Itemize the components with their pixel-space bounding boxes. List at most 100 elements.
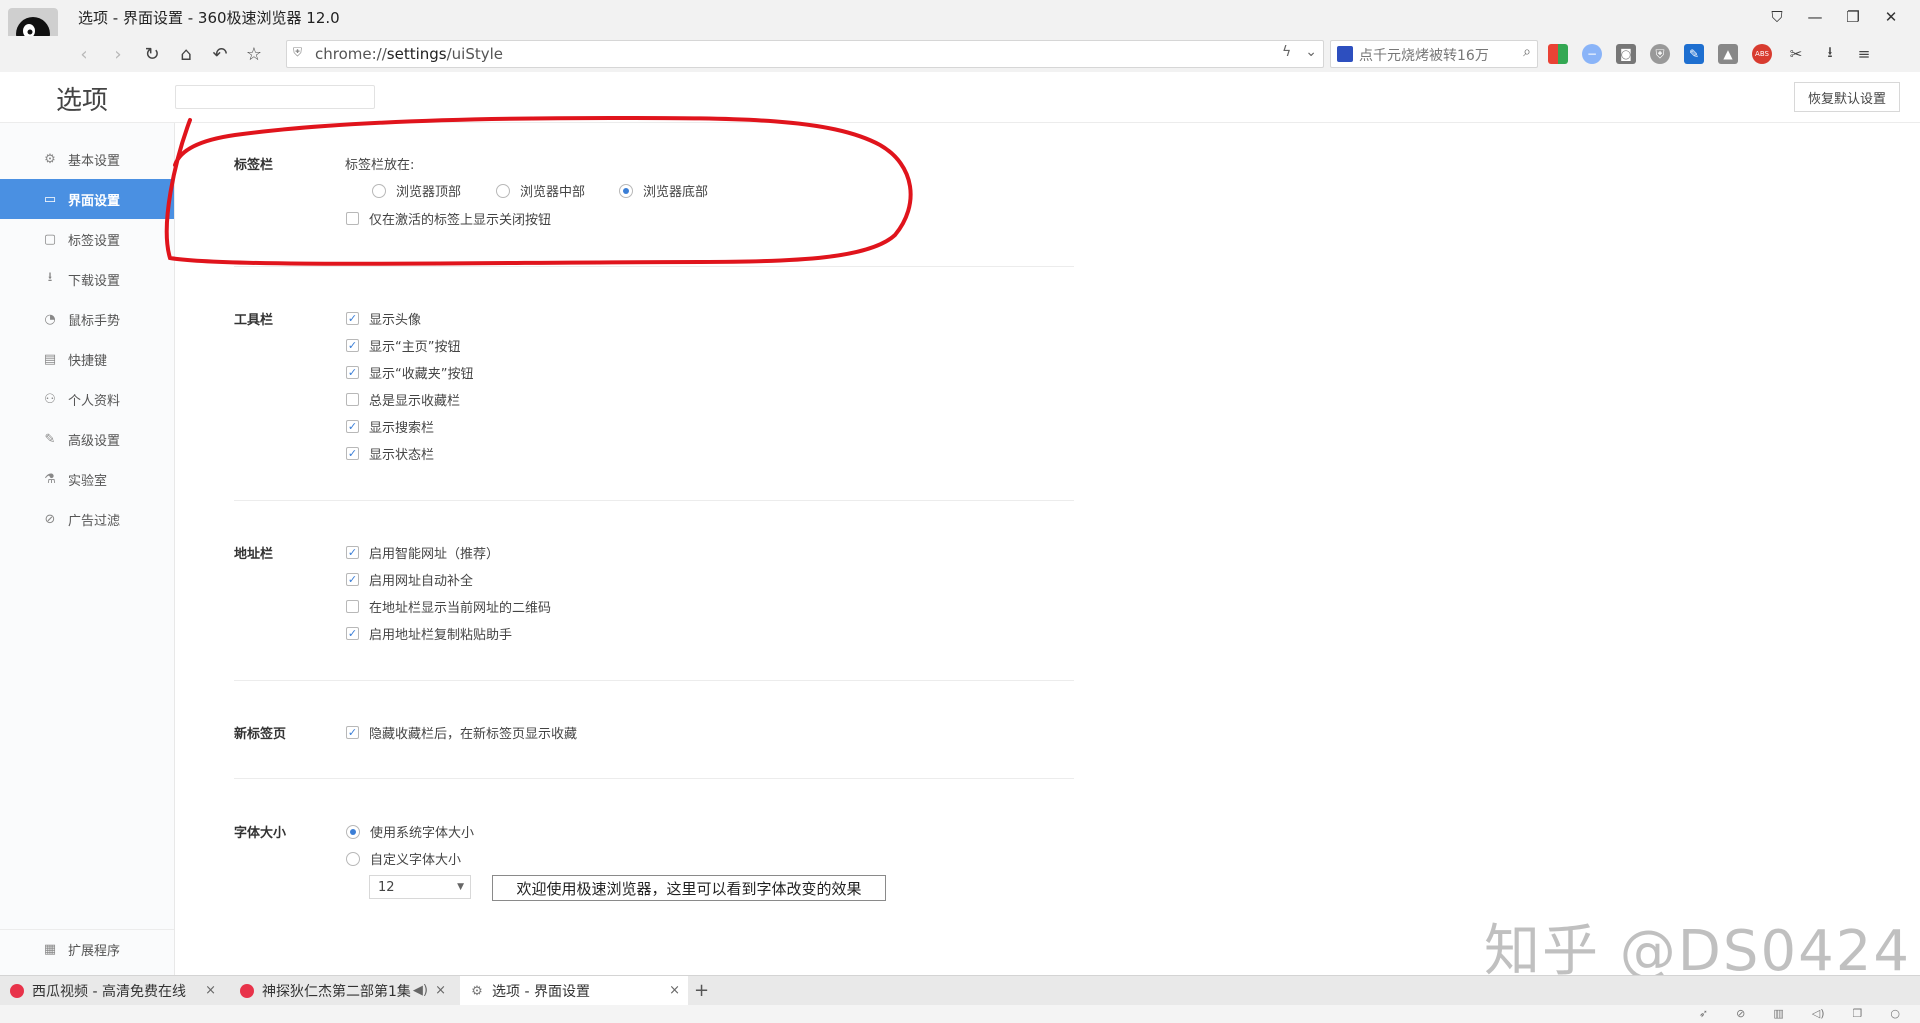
tab-settings[interactable]: ⚙ 选项 - 界面设置 × [460,976,688,1006]
sidebar-item-tabs[interactable]: ▢ 标签设置 [0,219,174,259]
checkbox-qr-code[interactable]: 在地址栏显示当前网址的二维码 [346,597,551,616]
checkbox-icon[interactable] [346,212,359,225]
checkbox-icon[interactable]: ✓ [346,546,359,559]
bookmark-star-button[interactable]: ☆ [240,40,268,68]
url-text[interactable]: chrome://settings/uiStyle [315,45,503,63]
search-engine-icon[interactable] [1337,46,1353,62]
radio-tabbar-top[interactable]: 浏览器顶部 [372,181,461,200]
shield-ext-icon[interactable]: ⛨ [1650,44,1670,64]
radio-icon[interactable] [346,851,360,866]
sidebar-item-shortcuts[interactable]: ▤ 快捷键 [0,339,174,379]
checkbox-paste-helper[interactable]: ✓ 启用地址栏复制粘贴助手 [346,624,512,643]
apps-icon[interactable] [1548,44,1568,64]
settings-search-input[interactable] [175,85,375,109]
checkbox-icon[interactable]: ✓ [346,726,359,739]
volume-icon[interactable]: ◁) [1812,1007,1825,1020]
home-button[interactable]: ⌂ [172,40,200,68]
checkbox-label: 显示状态栏 [369,448,435,463]
trash-icon[interactable]: ▥ [1773,1007,1783,1020]
radio-custom-font[interactable]: 自定义字体大小 [346,849,461,868]
close-icon[interactable]: × [435,983,446,998]
checkbox-always-bookmarks-bar[interactable]: 总是显示收藏栏 [346,390,460,409]
radio-icon[interactable] [619,183,633,198]
radio-tabbar-middle[interactable]: 浏览器中部 [496,181,585,200]
checkbox-show-favorites[interactable]: ✓ 显示“收藏夹”按钮 [346,363,473,382]
tab-xigua[interactable]: 西瓜视频 - 高清免费在线 × [0,976,224,1006]
radio-icon[interactable] [372,183,386,198]
sidebar-item-advanced[interactable]: ✎ 高级设置 [0,419,174,459]
font-size-value: 12 [378,879,395,895]
window-mode-icon[interactable]: ❐ [1853,1007,1863,1020]
tabbar-position-label: 标签栏放在: [345,158,415,173]
search-bar[interactable]: 点千元烧烤被转16万 ⌕ [1330,40,1538,68]
address-bar[interactable]: ⛨ chrome://settings/uiStyle ϟ ⌄ [286,40,1324,68]
menu-icon[interactable]: ≡ [1854,44,1874,64]
checkbox-icon[interactable]: ✓ [346,447,359,460]
reset-defaults-button[interactable]: 恢复默认设置 [1794,82,1900,112]
close-button[interactable]: ✕ [1872,4,1910,30]
sidebar-item-basic[interactable]: ⚙ 基本设置 [0,139,174,179]
scissors-icon[interactable]: ✂ [1786,44,1806,64]
chevron-down-icon[interactable]: ⌄ [1305,44,1317,60]
sidebar-item-mouse-gesture[interactable]: ◔ 鼠标手势 [0,299,174,339]
close-icon[interactable]: × [205,983,216,998]
zoom-icon[interactable]: ○ [1890,1007,1900,1020]
new-tab-button[interactable]: + [694,980,709,1001]
sidebar-item-extensions[interactable]: ▦ 扩展程序 [0,929,174,969]
sidebar-item-interface[interactable]: ▭ 界面设置 [0,179,174,219]
search-icon[interactable]: ⌕ [1523,44,1531,60]
skin-icon[interactable]: ⛉ [1758,4,1796,30]
sidebar-item-lab[interactable]: ⚗ 实验室 [0,459,174,499]
no-image-icon[interactable]: ⊘ [1736,1007,1745,1020]
checkbox-icon[interactable]: ✓ [346,627,359,640]
sidebar-item-adblock[interactable]: ⊘ 广告过滤 [0,499,174,539]
speaker-icon[interactable]: ◀) [413,983,428,998]
minimize-button[interactable]: — [1796,4,1834,30]
checkbox-icon[interactable]: ✓ [346,312,359,325]
checkbox-icon[interactable]: ✓ [346,573,359,586]
radio-tabbar-bottom[interactable]: 浏览器底部 [619,181,708,200]
checkbox-show-home[interactable]: ✓ 显示“主页”按钮 [346,336,460,355]
radio-icon[interactable] [496,183,510,198]
checkbox-url-autocomplete[interactable]: ✓ 启用网址自动补全 [346,570,473,589]
checkbox-icon[interactable] [346,393,359,406]
sidebar-item-label: 基本设置 [68,153,121,169]
radio-icon[interactable] [346,824,360,839]
lightning-icon[interactable]: ϟ [1282,44,1291,60]
gamepad-icon[interactable]: ◙ [1616,44,1636,64]
window-icon: ▭ [43,191,57,207]
download-toolbar-icon[interactable]: ⭳ [1820,43,1840,64]
translate-icon[interactable]: − [1582,44,1602,64]
page-title: 选项 [56,86,109,116]
checkbox-label: 启用智能网址（推荐） [369,547,500,562]
forward-button[interactable]: › [104,40,132,68]
close-icon[interactable]: × [669,983,680,998]
notes-icon[interactable]: ✎ [1684,44,1704,64]
checkbox-show-status-bar[interactable]: ✓ 显示状态栏 [346,444,434,463]
radio-label: 自定义字体大小 [370,853,462,868]
checkbox-icon[interactable]: ✓ [346,366,359,379]
checkbox-icon[interactable] [346,600,359,613]
back-button[interactable]: ‹ [70,40,98,68]
image-icon[interactable]: ▲ [1718,44,1738,64]
adblock-icon[interactable]: ABS [1752,44,1772,64]
checkbox-close-on-active[interactable]: 仅在激活的标签上显示关闭按钮 [346,209,551,228]
tab-detective[interactable]: 神探狄仁杰第二部第1集 ◀) × [230,976,454,1006]
checkbox-icon[interactable]: ✓ [346,420,359,433]
undo-close-button[interactable]: ↶ [206,40,234,68]
restore-button[interactable]: ❐ [1834,4,1872,30]
sidebar-item-download[interactable]: ⭳ 下载设置 [0,259,174,299]
radio-system-font[interactable]: 使用系统字体大小 [346,822,474,841]
sidebar-item-profile[interactable]: ⚇ 个人资料 [0,379,174,419]
reload-button[interactable]: ↻ [138,40,166,68]
checkbox-show-avatar[interactable]: ✓ 显示头像 [346,309,421,328]
checkbox-smart-url[interactable]: ✓ 启用智能网址（推荐） [346,543,499,562]
rocket-icon[interactable]: ➶ [1699,1007,1708,1020]
checkbox-show-search-bar[interactable]: ✓ 显示搜索栏 [346,417,434,436]
sidebar-item-label: 高级设置 [68,433,121,449]
checkbox-icon[interactable]: ✓ [346,339,359,352]
checkbox-newtab-favorites[interactable]: ✓ 隐藏收藏栏后，在新标签页显示收藏 [346,723,577,742]
radio-label: 浏览器底部 [643,185,709,200]
search-suggestion[interactable]: 点千元烧烤被转16万 [1359,45,1489,65]
font-size-select[interactable]: 12 ▼ [369,875,471,899]
